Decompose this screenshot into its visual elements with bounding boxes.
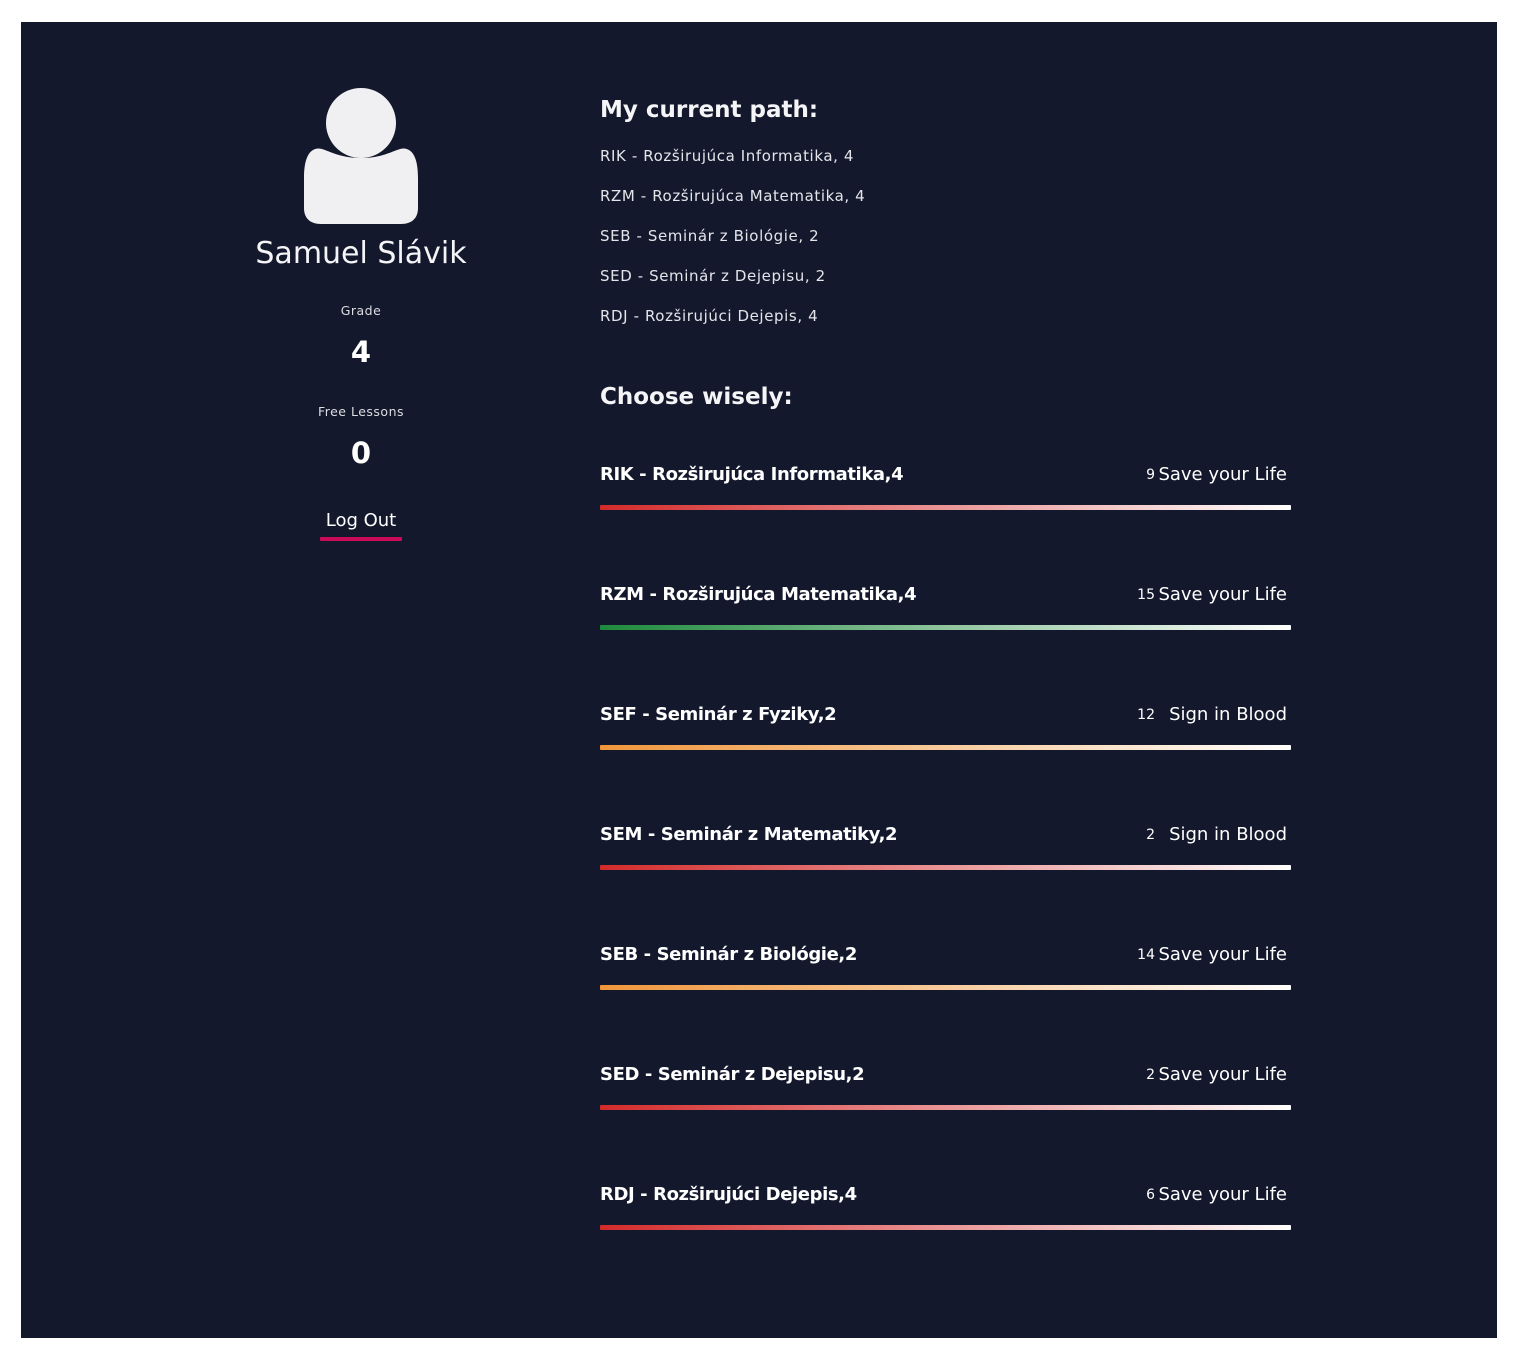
course-count: 14: [1137, 947, 1155, 963]
course-action-button[interactable]: Save your Life: [1158, 583, 1287, 607]
course-row: RIK - Rozširujúca Informatika,4 9 Save y…: [600, 459, 1291, 579]
logout-underline: [320, 537, 402, 541]
course-bar: [600, 625, 1291, 630]
course-bar: [600, 505, 1291, 510]
course-count: 6: [1146, 1187, 1155, 1203]
free-lessons-label: Free Lessons: [317, 404, 405, 419]
current-path-list: RIK - Rozširujúca Informatika, 4 RZM - R…: [600, 146, 865, 346]
grade-label: Grade: [340, 303, 382, 318]
course-count: 15: [1137, 587, 1155, 603]
course-bar: [600, 745, 1291, 750]
path-item: SED - Seminár z Dejepisu, 2: [600, 267, 826, 285]
course-name: SED - Seminár z Dejepisu,2: [600, 1064, 865, 1085]
free-lessons-value: 0: [350, 436, 372, 470]
course-action-button[interactable]: Save your Life: [1158, 1183, 1287, 1207]
user-name: Samuel Slávik: [255, 236, 467, 271]
course-count: 2: [1146, 827, 1155, 843]
course-name: RDJ - Rozširujúci Dejepis,4: [600, 1184, 857, 1205]
path-item: RDJ - Rozširujúci Dejepis, 4: [600, 307, 819, 325]
course-name: RZM - Rozširujúca Matematika,4: [600, 584, 917, 605]
path-item: SEB - Seminár z Biológie, 2: [600, 227, 820, 245]
user-silhouette-icon: [303, 86, 419, 226]
course-row: RZM - Rozširujúca Matematika,4 15 Save y…: [600, 579, 1291, 699]
course-name: SEM - Seminár z Matematiky,2: [600, 824, 898, 845]
course-name: RIK - Rozširujúca Informatika,4: [600, 464, 904, 485]
main-panel: Samuel Slávik Grade 4 Free Lessons 0 Log…: [21, 22, 1497, 1338]
current-path-title: My current path:: [600, 97, 819, 123]
path-item: RZM - Rozširujúca Matematika, 4: [600, 187, 866, 205]
path-item: RIK - Rozširujúca Informatika, 4: [600, 147, 855, 165]
course-count: 12: [1137, 707, 1155, 723]
course-bar: [600, 1225, 1291, 1230]
course-row: SEM - Seminár z Matematiky,2 2 Sign in B…: [600, 819, 1291, 939]
course-action-button[interactable]: Save your Life: [1158, 463, 1287, 487]
course-row: SEF - Seminár z Fyziky,2 12 Sign in Bloo…: [600, 699, 1291, 819]
course-bar: [600, 1105, 1291, 1110]
course-action-button[interactable]: Save your Life: [1158, 1063, 1287, 1087]
choose-title: Choose wisely:: [600, 384, 793, 410]
course-action-button[interactable]: Save your Life: [1158, 943, 1287, 967]
course-list: RIK - Rozširujúca Informatika,4 9 Save y…: [600, 459, 1291, 1299]
logout-button[interactable]: Log Out: [320, 507, 402, 535]
course-bar: [600, 865, 1291, 870]
course-row: RDJ - Rozširujúci Dejepis,4 6 Save your …: [600, 1179, 1291, 1299]
course-bar: [600, 985, 1291, 990]
course-action-button[interactable]: Sign in Blood: [1169, 703, 1287, 727]
course-name: SEF - Seminár z Fyziky,2: [600, 704, 837, 725]
course-row: SED - Seminár z Dejepisu,2 2 Save your L…: [600, 1059, 1291, 1179]
course-count: 2: [1146, 1067, 1155, 1083]
course-action-button[interactable]: Sign in Blood: [1169, 823, 1287, 847]
course-count: 9: [1146, 467, 1155, 483]
course-name: SEB - Seminár z Biológie,2: [600, 944, 857, 965]
course-row: SEB - Seminár z Biológie,2 14 Save your …: [600, 939, 1291, 1059]
grade-value: 4: [350, 335, 372, 369]
